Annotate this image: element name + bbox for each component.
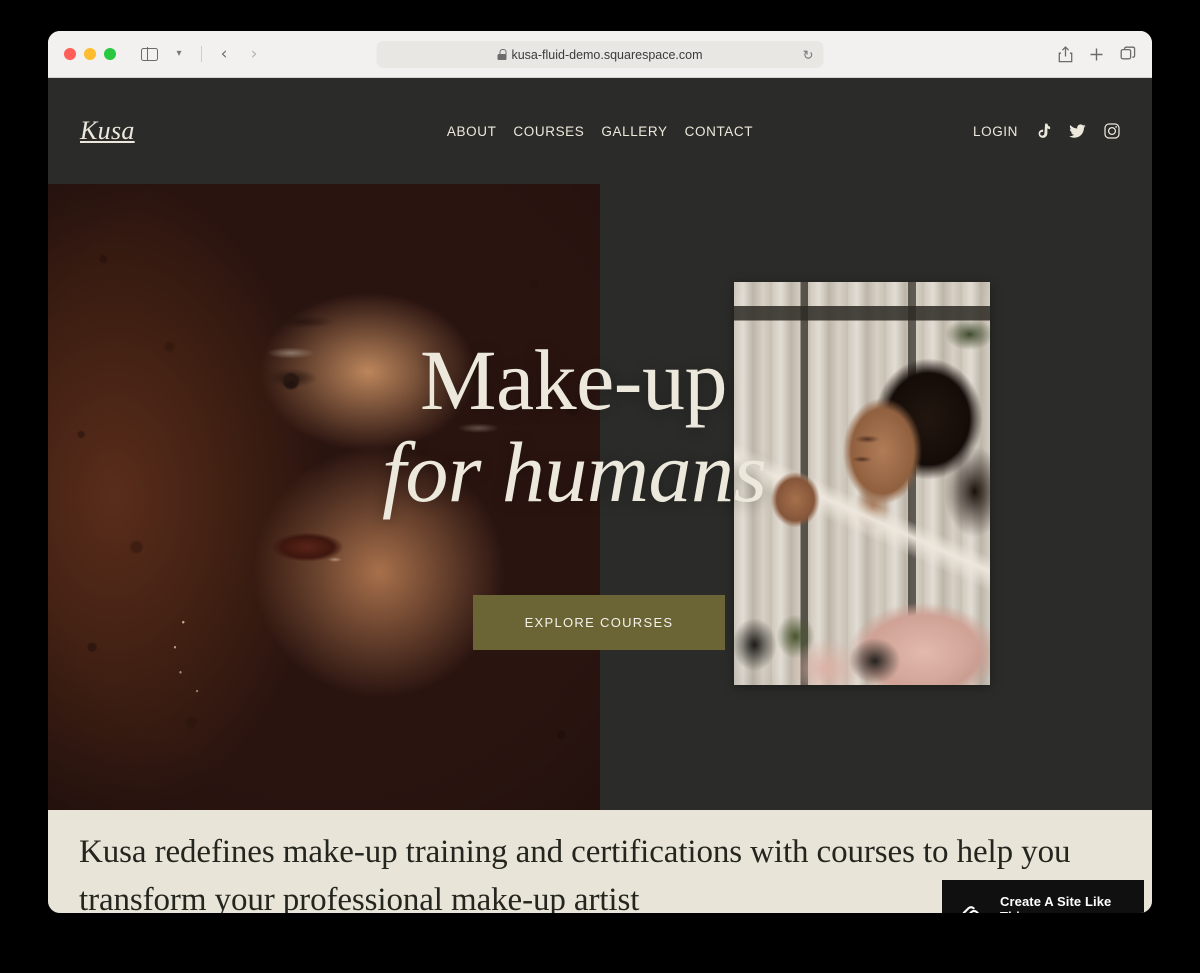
address-bar-url: kusa-fluid-demo.squarespace.com bbox=[511, 47, 703, 62]
badge-text-group: Create A Site Like This Free trial. Inst… bbox=[1000, 894, 1128, 913]
makeup-vignette bbox=[734, 282, 990, 685]
back-button[interactable]: ‹ bbox=[211, 42, 237, 66]
hero-image-makeup-session bbox=[734, 282, 990, 685]
sidebar-icon bbox=[140, 47, 158, 61]
zoom-window-button[interactable] bbox=[104, 48, 116, 60]
minimize-window-button[interactable] bbox=[84, 48, 96, 60]
forward-button[interactable]: › bbox=[241, 42, 267, 66]
nav-item-gallery[interactable]: GALLERY bbox=[601, 124, 667, 139]
hero-image-portrait bbox=[48, 184, 600, 810]
tab-overview-button[interactable] bbox=[1120, 46, 1136, 62]
chevron-right-icon: › bbox=[250, 43, 258, 64]
chevron-left-icon: ‹ bbox=[220, 43, 228, 64]
site-header: Kusa ABOUT COURSES GALLERY CONTACT LOGIN bbox=[48, 78, 1152, 184]
traffic-lights bbox=[64, 48, 116, 60]
browser-window: ▾ ‹ › kusa-fluid-demo.squarespace.com ↻ bbox=[48, 31, 1152, 913]
sidebar-toggle-button[interactable] bbox=[136, 42, 162, 66]
reload-button[interactable]: ↻ bbox=[803, 48, 814, 61]
page-viewport: Kusa ABOUT COURSES GALLERY CONTACT LOGIN bbox=[48, 78, 1152, 913]
new-tab-button[interactable] bbox=[1089, 47, 1104, 62]
site-logo[interactable]: Kusa bbox=[80, 116, 135, 146]
toolbar-left-controls: ▾ ‹ › bbox=[136, 42, 267, 66]
squarespace-logo-icon bbox=[958, 905, 988, 913]
twitter-icon[interactable] bbox=[1069, 123, 1086, 139]
chevron-down-icon: ▾ bbox=[176, 48, 182, 59]
explore-courses-button[interactable]: EXPLORE COURSES bbox=[473, 595, 725, 650]
badge-title: Create A Site Like This bbox=[1000, 894, 1112, 913]
nav-item-about[interactable]: ABOUT bbox=[447, 124, 497, 139]
lock-icon bbox=[497, 49, 507, 60]
hero-section: Make-up for humans EXPLORE COURSES bbox=[48, 184, 1152, 810]
close-window-button[interactable] bbox=[64, 48, 76, 60]
address-bar[interactable]: kusa-fluid-demo.squarespace.com ↻ bbox=[376, 41, 824, 68]
share-button[interactable] bbox=[1058, 45, 1073, 63]
header-right-group: LOGIN bbox=[973, 123, 1120, 140]
portrait-vignette bbox=[48, 184, 600, 810]
toolbar-right-controls bbox=[1058, 45, 1136, 63]
nav-item-contact[interactable]: CONTACT bbox=[685, 124, 753, 139]
browser-toolbar: ▾ ‹ › kusa-fluid-demo.squarespace.com ↻ bbox=[48, 31, 1152, 78]
toolbar-divider bbox=[201, 46, 202, 62]
tiktok-icon[interactable] bbox=[1036, 123, 1051, 140]
sidebar-dropdown-button[interactable]: ▾ bbox=[166, 42, 192, 66]
instagram-icon[interactable] bbox=[1104, 123, 1120, 139]
nav-item-courses[interactable]: COURSES bbox=[513, 124, 584, 139]
primary-navigation: ABOUT COURSES GALLERY CONTACT bbox=[447, 124, 753, 139]
login-link[interactable]: LOGIN bbox=[973, 124, 1018, 139]
squarespace-promo-badge[interactable]: Create A Site Like This Free trial. Inst… bbox=[942, 880, 1144, 913]
